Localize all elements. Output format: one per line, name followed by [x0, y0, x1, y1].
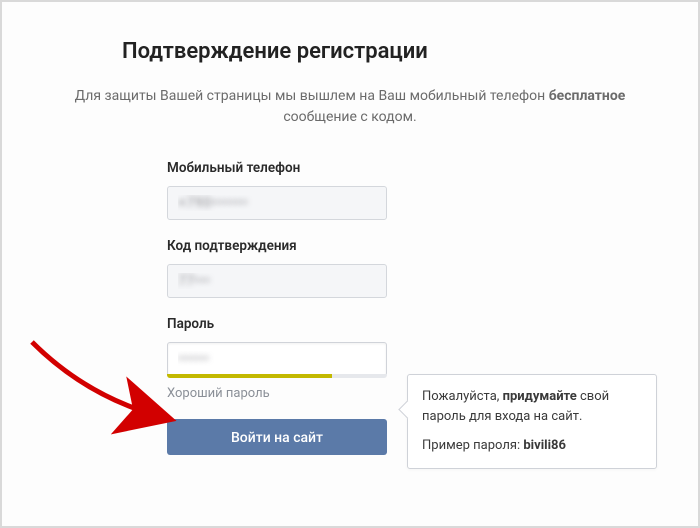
tooltip-example: Пример пароля: bivili86 [422, 436, 642, 456]
tooltip-line1-strong: придумайте [503, 389, 577, 404]
code-input[interactable] [167, 264, 387, 298]
submit-button[interactable]: Войти на сайт [167, 419, 387, 455]
phone-label: Мобильный телефон [167, 160, 387, 176]
password-input[interactable] [167, 342, 387, 376]
password-tooltip: Пожалуйста, придумайте свой пароль для в… [407, 374, 657, 469]
tooltip-example-value: bivili86 [523, 438, 566, 453]
tooltip-line1-pre: Пожалуйста, [422, 389, 503, 404]
password-strength-label: Хороший пароль [167, 386, 387, 401]
code-label: Код подтверждения [167, 238, 387, 254]
password-strength-fill [167, 374, 332, 378]
subtitle-pre: Для защиты Вашей страницы мы вышлем на В… [75, 88, 549, 104]
password-strength-bar [167, 374, 387, 378]
page-subtitle: Для защиты Вашей страницы мы вышлем на В… [2, 86, 698, 142]
phone-input[interactable] [167, 186, 387, 220]
subtitle-strong: бесплатное [549, 88, 626, 104]
tooltip-example-label: Пример пароля: [422, 438, 523, 453]
subtitle-post: сообщение с кодом. [283, 109, 416, 125]
page-title: Подтверждение регистрации [122, 17, 698, 72]
registration-form: Мобильный телефон Код подтверждения Паро… [167, 160, 387, 455]
password-row [167, 342, 387, 378]
password-label: Пароль [167, 316, 387, 332]
